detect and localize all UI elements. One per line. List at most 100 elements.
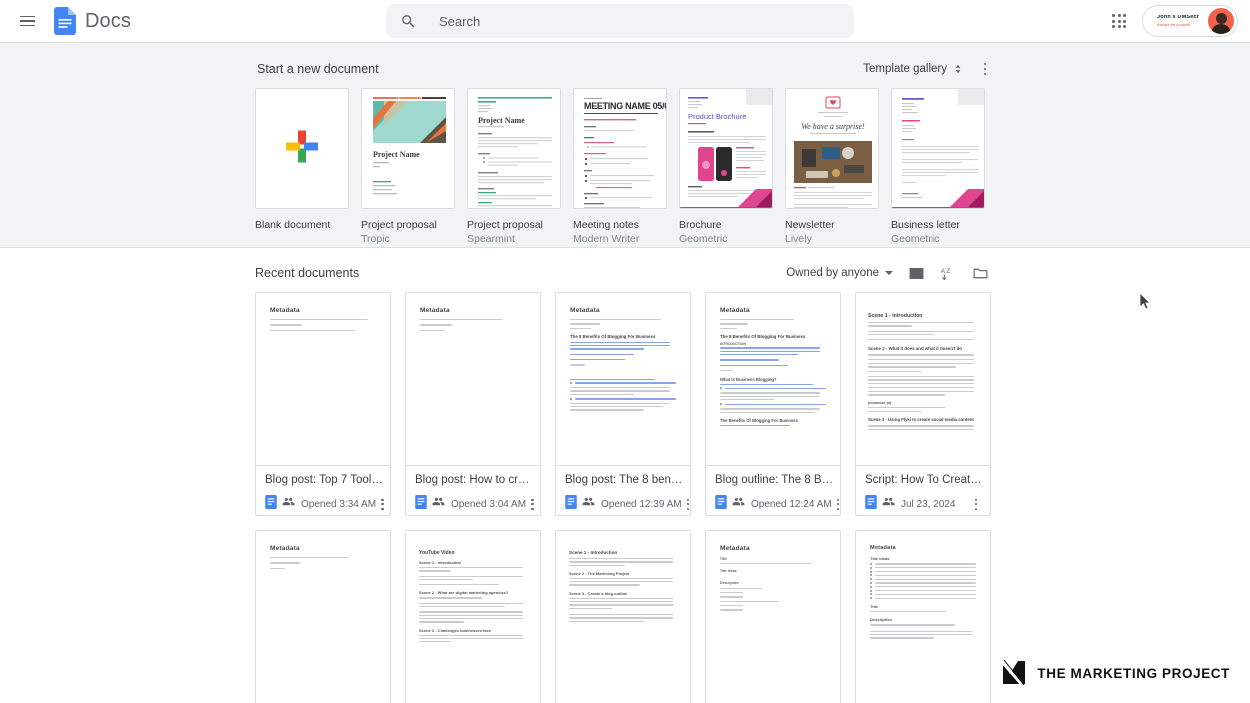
google-docs-file-icon — [715, 494, 727, 514]
template-meeting-notes[interactable]: MEETING NAME 05/04 Meeting notes Modern … — [573, 88, 667, 246]
plus-icon — [282, 126, 322, 171]
more-vert-icon[interactable] — [531, 495, 534, 513]
document-card-row2-4[interactable]: Metadata Title Title Ideas Description — [705, 530, 841, 703]
document-timestamp: Jul 23, 2024 — [901, 498, 956, 510]
more-vert-icon[interactable] — [686, 495, 690, 513]
template-brochure[interactable]: Product Brochure Brochure Geometric — [679, 88, 773, 246]
thumb-section-2: What Is Business Blogging? — [720, 377, 777, 383]
template-thumbnail: Product Brochure — [679, 88, 773, 209]
document-thumbnail[interactable]: Scene 1 - Introduction Scene 2 - What it… — [855, 292, 991, 466]
document-card-blog-post-how-to-create[interactable]: Metadata Blog post: How to create ... Op… — [405, 292, 541, 516]
sort-az-icon[interactable]: A Z — [933, 258, 963, 288]
thumb-section-3: The Benefits Of Blogging For Business — [720, 417, 798, 423]
document-card-row2-2[interactable]: YouTube Video Scene 1 - Introduction Sce… — [405, 530, 541, 703]
hamburger-menu-icon[interactable] — [10, 4, 44, 38]
document-title: Script: How To Create So... — [865, 474, 984, 486]
template-sublabel: Spearmint — [467, 233, 515, 246]
owner-filter-dropdown[interactable]: Owned by anyone — [780, 263, 899, 283]
svg-text:We have a surprise!: We have a surprise! — [801, 122, 865, 131]
template-label: Project proposal — [467, 219, 543, 231]
document-meta: Script: How To Create So... Jul 23, 2024 — [855, 466, 991, 516]
search-bar[interactable] — [386, 4, 854, 38]
template-newsletter[interactable]: We have a surprise! Newsletter Lively — [785, 88, 879, 246]
thumb-heading: The 8 Benefits Of Blogging For Business — [570, 333, 656, 339]
google-docs-file-icon — [565, 494, 577, 514]
brand-tagline: Always be yourself — [1157, 21, 1191, 27]
template-thumbnail: We have a surprise! — [785, 88, 879, 209]
document-thumbnail[interactable]: YouTube Video Scene 1 - Introduction Sce… — [405, 530, 541, 703]
svg-text:Project Name: Project Name — [373, 150, 420, 159]
thumb-title: Metadata — [720, 545, 750, 552]
chevron-down-icon — [885, 271, 893, 275]
template-label: Blank document — [255, 219, 331, 231]
shared-people-icon — [732, 495, 745, 513]
template-thumbnail: Project Name — [467, 88, 561, 209]
document-meta: Blog outline: The 8 Benef... Opened 12:2… — [705, 466, 841, 516]
thumb-section-description: Description — [870, 617, 893, 623]
document-card-row2-3[interactable]: Scene 1 - Introduction Scene 2 - The Mar… — [555, 530, 691, 703]
thumb-title: Metadata — [570, 307, 600, 314]
document-meta: Blog post: How to create ... Opened 3:04… — [405, 466, 541, 516]
thumb-scene-2: Scene 2 - The Marketing Project — [569, 570, 630, 576]
document-title: Blog post: How to create ... — [415, 474, 534, 486]
avatar[interactable] — [1208, 8, 1234, 34]
watermark: THE MARKETING PROJECT — [1001, 656, 1230, 691]
svg-text:A: A — [940, 267, 945, 274]
template-label: Meeting notes — [573, 219, 639, 231]
search-input[interactable] — [437, 12, 840, 30]
document-title: Blog post: The 8 benefits ... — [565, 474, 684, 486]
shared-people-icon — [432, 495, 445, 513]
folder-picker-icon[interactable] — [965, 258, 995, 288]
svg-text:Z: Z — [946, 267, 950, 274]
thumb-note: (minimize pi) — [868, 400, 892, 405]
document-thumbnail[interactable]: Metadata Title ideas Title Description — [855, 530, 991, 703]
apps-grid-icon[interactable] — [1102, 4, 1136, 38]
app-title: Docs — [85, 9, 131, 32]
document-card-blog-post-top-7-tools[interactable]: Metadata Blog post: Top 7 Tools to ... O… — [255, 292, 391, 516]
document-thumbnail[interactable]: Metadata — [255, 292, 391, 466]
document-thumbnail[interactable]: Metadata The 8 Benefits Of Blogging For … — [555, 292, 691, 466]
document-card-row2-1[interactable]: Metadata — [255, 530, 391, 703]
template-business-letter[interactable]: Business letter Geometric — [891, 88, 985, 246]
svg-text:Product Brochure: Product Brochure — [688, 112, 746, 121]
document-thumbnail[interactable]: Metadata Title Title Ideas Description — [705, 530, 841, 703]
document-thumbnail[interactable]: Metadata The 8 Benefits Of Blogging For … — [705, 292, 841, 466]
document-card-row2-5[interactable]: Metadata Title ideas Title Description — [855, 530, 991, 703]
template-project-proposal-spearmint[interactable]: Project Name Project proposal Spearmint — [467, 88, 561, 246]
brand-name: John's DMSecrets — [1157, 15, 1199, 21]
more-vert-icon[interactable] — [381, 495, 384, 513]
template-project-proposal-tropic[interactable]: Project Name Project proposal Tropic — [361, 88, 455, 246]
thumb-scene-3: Scene 3 - Create a blog outline — [569, 590, 628, 596]
document-card-blog-post-8-benefits[interactable]: Metadata The 8 Benefits Of Blogging For … — [555, 292, 691, 516]
document-thumbnail[interactable]: Metadata — [255, 530, 391, 703]
more-vert-icon[interactable] — [968, 495, 984, 513]
template-blank-document[interactable]: Blank document — [255, 88, 349, 246]
shared-people-icon — [882, 495, 895, 513]
document-meta: Blog post: The 8 benefits ... Opened 12:… — [555, 466, 691, 516]
template-thumbnail: MEETING NAME 05/04 — [573, 88, 667, 209]
google-docs-file-icon — [265, 494, 277, 514]
document-thumbnail[interactable]: Metadata — [405, 292, 541, 466]
document-card-script-how-to-create[interactable]: Scene 1 - Introduction Scene 2 - What it… — [855, 292, 991, 516]
thumb-title: Metadata — [420, 307, 450, 314]
docs-logo-icon[interactable] — [54, 7, 76, 35]
search-icon — [400, 13, 417, 30]
thumb-heading: Title ideas — [870, 556, 890, 561]
document-card-blog-outline-8-benefits[interactable]: Metadata The 8 Benefits Of Blogging For … — [705, 292, 841, 516]
owner-filter-label: Owned by anyone — [786, 267, 879, 279]
template-thumbnail — [255, 88, 349, 209]
template-sublabel: Tropic — [361, 233, 390, 246]
template-gallery-link[interactable]: Template gallery — [863, 63, 947, 75]
thumb-scene-3: Scene 3 - Using Flyki to create social m… — [868, 417, 974, 423]
document-thumbnail[interactable]: Scene 1 - Introduction Scene 2 - The Mar… — [555, 530, 691, 703]
chevron-updown-icon[interactable] — [951, 61, 965, 77]
more-vert-icon[interactable] — [836, 495, 840, 513]
template-list: Blank document Project Name Project prop… — [255, 88, 995, 246]
more-vert-icon[interactable] — [975, 57, 995, 81]
app-header: Docs John's DMSecrets Always be yourself — [0, 0, 1250, 42]
recent-documents-title: Recent documents — [255, 266, 360, 280]
list-view-icon[interactable] — [901, 258, 931, 288]
document-timestamp: Opened 12:24 AM — [751, 498, 832, 510]
account-brand-badge[interactable]: John's DMSecrets Always be yourself — [1142, 5, 1238, 37]
template-label: Brochure — [679, 219, 722, 231]
